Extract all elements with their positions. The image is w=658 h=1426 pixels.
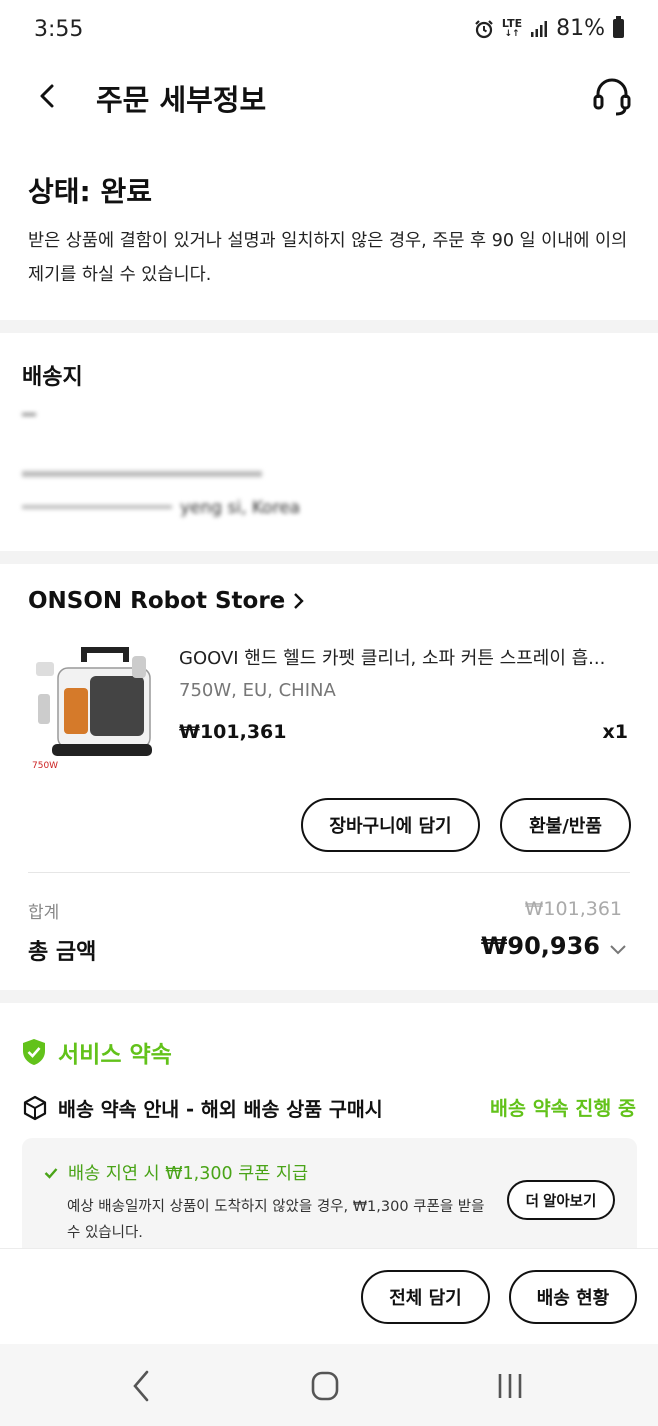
- order-status-description: 받은 상품에 결함이 있거나 설명과 일치하지 않은 경우, 주문 후 90 일…: [28, 231, 628, 285]
- nav-recents-icon[interactable]: [490, 1368, 530, 1404]
- learn-more-button[interactable]: 더 알아보기: [507, 1180, 615, 1220]
- back-button[interactable]: [30, 78, 66, 114]
- network-label: LTE: [501, 16, 523, 30]
- shipping-address-title: 배송지: [22, 365, 83, 390]
- store-link[interactable]: ONSON Robot Store: [28, 588, 307, 614]
- address-redacted: [22, 505, 172, 509]
- network-type: LTE ↓↑: [501, 16, 523, 39]
- chevron-right-icon: [294, 593, 304, 609]
- nav-home-icon[interactable]: [305, 1368, 345, 1404]
- address-line: yeng si, Korea: [180, 498, 301, 518]
- refund-return-button[interactable]: 환불/반품: [500, 798, 631, 852]
- store-name: ONSON Robot Store: [28, 588, 286, 614]
- package-icon: [23, 1095, 47, 1120]
- address-redacted: [22, 413, 36, 416]
- status-indicators: LTE ↓↑ 81%: [474, 16, 624, 41]
- total-label: 총 금액: [28, 940, 97, 965]
- section-divider: [0, 990, 658, 1003]
- battery-icon: [613, 16, 624, 38]
- battery-percent: 81%: [556, 16, 605, 41]
- product-quantity: x1: [602, 721, 628, 743]
- coupon-title-row: 배송 지연 시 ₩1,300 쿠폰 지급: [44, 1160, 308, 1185]
- product-image-badge: 750W: [32, 761, 58, 771]
- shipping-address-section: 배송지 yeng si, Korea: [0, 333, 658, 551]
- order-status-section: 상태: 완료 받은 상품에 결함이 있거나 설명과 일치하지 않은 경우, 주문…: [0, 150, 658, 320]
- service-promise-section: 서비스 약속 배송 약속 안내 - 해외 배송 상품 구매시 배송 약속 진행 …: [0, 1003, 658, 1248]
- subtotal-label: 합계: [28, 903, 60, 923]
- product-image[interactable]: 750W: [28, 642, 160, 772]
- order-section: ONSON Robot Store 750W GOOVI 핸드 헬드 카펫 클리…: [0, 564, 658, 990]
- add-to-cart-button[interactable]: 장바구니에 담기: [301, 798, 480, 852]
- headset-icon[interactable]: [592, 74, 632, 118]
- delivery-promise-row: 배송 약속 안내 - 해외 배송 상품 구매시: [22, 1093, 383, 1122]
- signal-icon: [531, 20, 548, 37]
- nav-back-icon[interactable]: [122, 1368, 162, 1404]
- service-promise-header: 서비스 약속: [22, 1035, 172, 1069]
- address-redacted: [22, 471, 262, 477]
- order-status-heading: 상태: 완료: [28, 175, 152, 208]
- delivery-promise-label: 배송 약속 안내 - 해외 배송 상품 구매시: [58, 1098, 383, 1121]
- header: 주문 세부정보: [0, 62, 658, 132]
- status-time: 3:55: [34, 17, 84, 42]
- subtotal-value: ₩101,361: [524, 898, 622, 920]
- product-name[interactable]: GOOVI 핸드 헬드 카펫 클리너, 소파 커튼 스프레이 흡...: [179, 644, 629, 670]
- check-icon: [44, 1167, 58, 1179]
- section-divider: [0, 320, 658, 333]
- alarm-icon: [475, 19, 493, 38]
- status-bar: 3:55 LTE ↓↑ 81%: [0, 0, 658, 62]
- section-divider: [0, 551, 658, 564]
- system-nav-bar: [0, 1344, 658, 1426]
- total-value: ₩90,936: [480, 932, 600, 960]
- shipping-tracking-button[interactable]: 배송 현황: [509, 1270, 637, 1324]
- bottom-action-bar: 전체 담기 배송 현황: [0, 1248, 658, 1344]
- delay-coupon-card: 배송 지연 시 ₩1,300 쿠폰 지급 예상 배송일까지 상품이 도착하지 않…: [22, 1138, 637, 1248]
- delivery-promise-status: 배송 약속 진행 중: [490, 1097, 636, 1120]
- shield-check-icon: [23, 1039, 45, 1065]
- chevron-down-icon[interactable]: [608, 939, 628, 959]
- page-title: 주문 세부정보: [96, 83, 267, 117]
- product-price: ₩101,361: [179, 721, 287, 743]
- coupon-title: 배송 지연 시 ₩1,300 쿠폰 지급: [68, 1164, 309, 1184]
- divider: [28, 872, 630, 873]
- service-promise-title: 서비스 약속: [58, 1042, 172, 1068]
- product-option: 750W, EU, CHINA: [179, 680, 336, 701]
- add-all-to-cart-button[interactable]: 전체 담기: [361, 1270, 490, 1324]
- coupon-description: 예상 배송일까지 상품이 도착하지 않았을 경우, ₩1,300 쿠폰을 받을 …: [67, 1199, 485, 1241]
